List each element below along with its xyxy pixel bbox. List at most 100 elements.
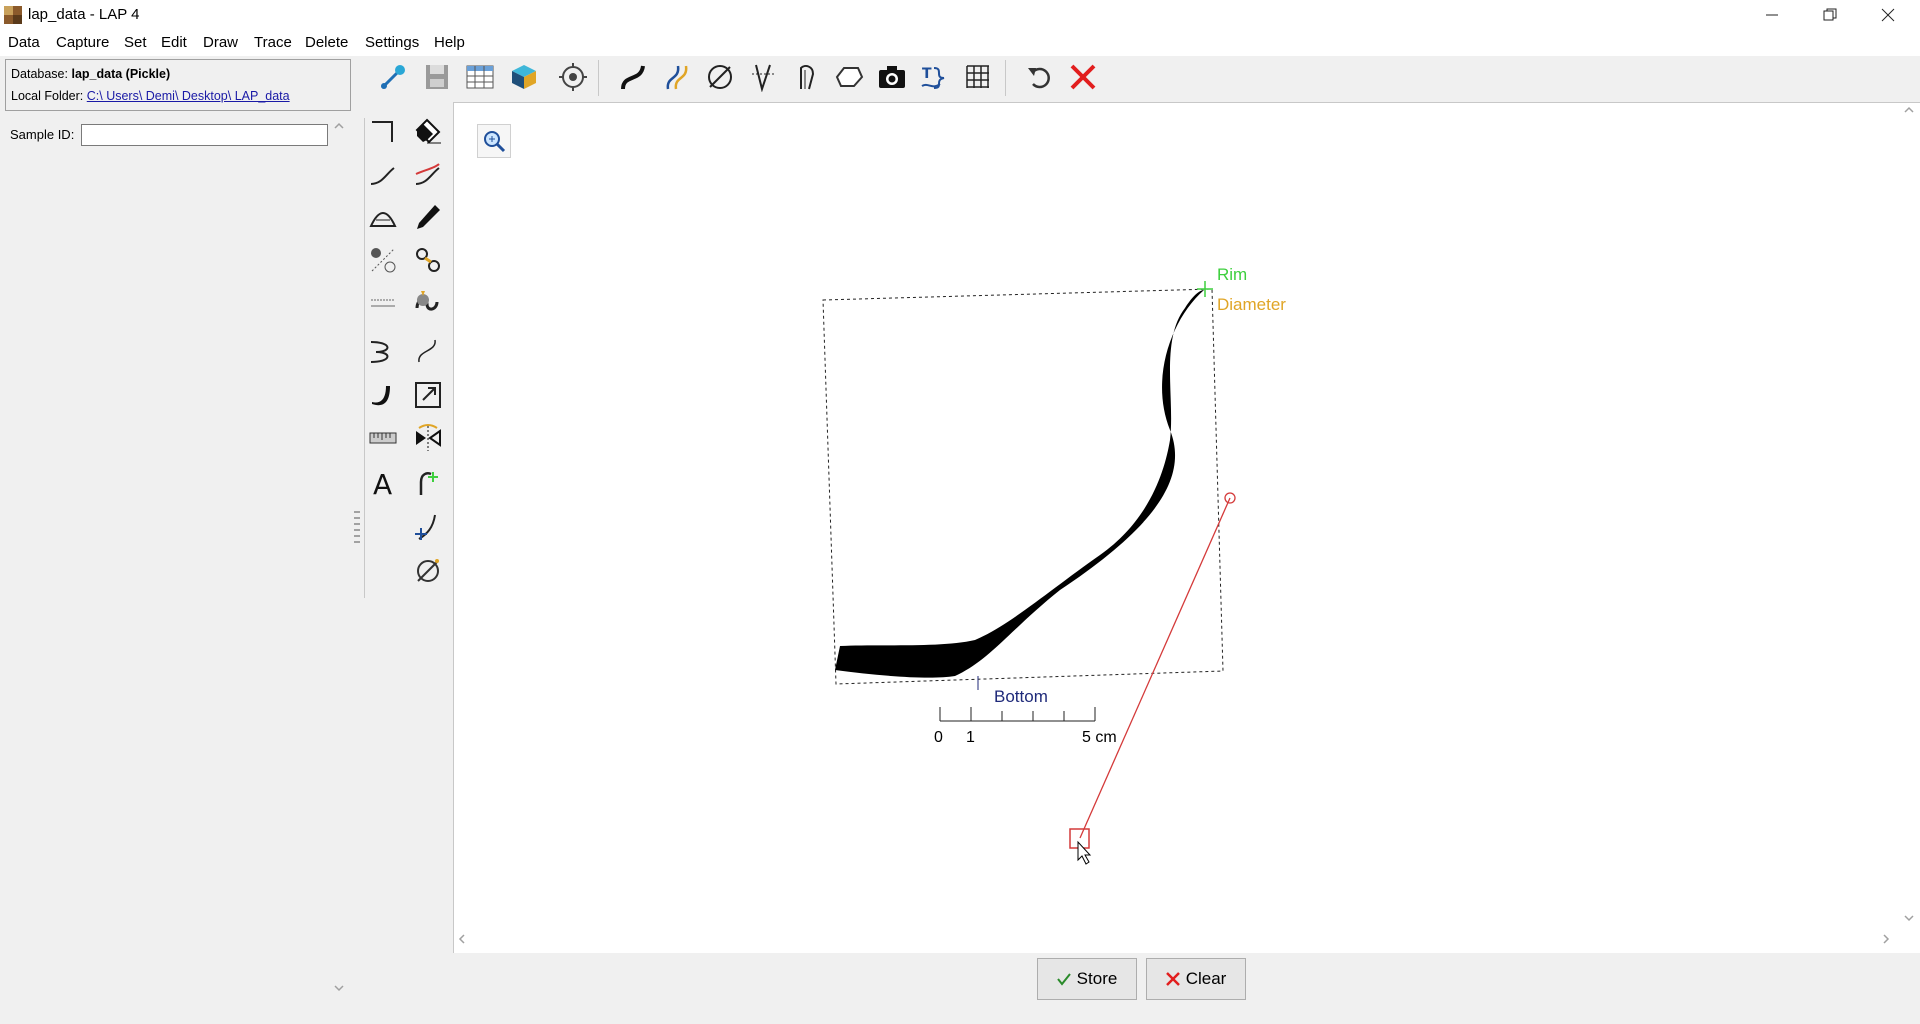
camera-icon <box>879 66 905 88</box>
tb-text-tool-button[interactable]: T <box>918 60 952 94</box>
pt-mirror-button[interactable] <box>411 421 445 455</box>
sherd-profile[interactable] <box>835 290 1204 678</box>
pt-curve-button[interactable] <box>366 158 400 192</box>
store-button[interactable]: Store <box>1037 958 1137 1000</box>
undo-icon <box>1028 67 1050 89</box>
pt-arch-button[interactable] <box>366 200 400 234</box>
tb-handle-button[interactable] <box>789 60 823 94</box>
tb-diameter-button[interactable] <box>703 60 737 94</box>
canvas-horizontal-scrollbar[interactable] <box>454 930 1894 948</box>
pt-eraser-button[interactable] <box>411 114 445 148</box>
left-panel-scrollbar[interactable] <box>332 118 346 998</box>
eraser-icon <box>415 118 441 144</box>
x-icon <box>1165 972 1180 986</box>
toolbar-separator <box>1005 60 1006 96</box>
menu-trace[interactable]: Trace <box>254 34 292 51</box>
add-point-icon <box>419 472 438 495</box>
svg-text:T: T <box>922 66 932 82</box>
ruler-icon <box>369 432 397 444</box>
menu-bar: Data Capture Set Edit Draw Trace Delete … <box>0 30 1920 56</box>
store-label: Store <box>1076 969 1118 988</box>
tb-trace-button[interactable] <box>660 60 694 94</box>
diameter-icon <box>708 65 732 89</box>
menu-settings[interactable]: Settings <box>365 34 419 51</box>
clear-label: Clear <box>1185 969 1227 988</box>
profile-curve-icon <box>621 65 645 90</box>
connect-icon <box>380 65 405 90</box>
menu-data[interactable]: Data <box>8 34 40 51</box>
menu-set[interactable]: Set <box>124 34 147 51</box>
menu-draw[interactable]: Draw <box>203 34 238 51</box>
sample-id-input[interactable] <box>81 124 328 146</box>
close-window-button[interactable] <box>1860 0 1916 30</box>
tb-undo-button[interactable] <box>1023 60 1057 94</box>
guide-line <box>1079 497 1231 839</box>
tb-camera-button[interactable] <box>875 60 909 94</box>
cube-icon <box>512 65 536 89</box>
folder-line: Local Folder: C:\ Users\ Demi\ Desktop\ … <box>11 89 290 103</box>
pt-lines-button[interactable] <box>366 286 400 320</box>
tb-save-button[interactable] <box>420 60 454 94</box>
folder-label: Local Folder: <box>11 89 84 103</box>
clear-button[interactable]: Clear <box>1146 958 1246 1000</box>
palette-drag-handle[interactable] <box>354 510 360 544</box>
tb-grid-button[interactable] <box>961 60 995 94</box>
sample-id-label: Sample ID: <box>10 127 75 142</box>
pt-measure-button[interactable] <box>366 421 400 455</box>
text-trace-icon: T <box>921 66 945 89</box>
lines-icon <box>371 299 395 307</box>
database-value: lap_data (Pickle) <box>71 67 171 81</box>
folder-link[interactable]: C:\ Users\ Demi\ Desktop\ LAP_data <box>87 89 290 103</box>
menu-capture[interactable]: Capture <box>56 34 109 51</box>
pt-pencil-button[interactable] <box>411 200 445 234</box>
diameter-small-icon <box>417 559 439 582</box>
tb-delete-button[interactable] <box>1066 60 1100 94</box>
tb-profile-button[interactable] <box>617 60 651 94</box>
window-title: lap_data - LAP 4 <box>28 6 140 23</box>
tb-3d-button[interactable] <box>507 60 541 94</box>
database-line: Database: lap_data (Pickle) <box>11 67 170 81</box>
menu-edit[interactable]: Edit <box>161 34 187 51</box>
menu-help[interactable]: Help <box>434 34 465 51</box>
pt-points-button[interactable] <box>366 243 400 277</box>
rim-label: Rim <box>1217 265 1248 284</box>
tb-section-button[interactable] <box>746 60 780 94</box>
shape-icon <box>835 67 864 87</box>
target-icon <box>559 63 587 91</box>
tb-shape-button[interactable] <box>832 60 866 94</box>
tb-table-button[interactable] <box>463 60 497 94</box>
tb-connect-button[interactable] <box>376 60 410 94</box>
pt-add-point-button[interactable] <box>411 466 445 500</box>
pt-base-point-button[interactable] <box>411 510 445 544</box>
red-x-icon <box>1070 64 1096 90</box>
pt-rim-button[interactable] <box>366 114 400 148</box>
check-icon <box>1056 973 1071 986</box>
base-point-icon <box>415 514 436 540</box>
pt-node-button[interactable] <box>411 243 445 277</box>
pt-edit-curve-button[interactable] <box>411 158 445 192</box>
pt-offset-button[interactable] <box>366 334 400 368</box>
menu-delete[interactable]: Delete <box>305 34 348 51</box>
text-a-icon: A <box>373 468 392 498</box>
svg-text:A: A <box>373 468 392 498</box>
pt-text-button[interactable]: A <box>366 466 400 500</box>
scale-tick-0: 0 <box>934 729 943 746</box>
toolbar-separator <box>598 60 599 96</box>
pt-fill-button[interactable] <box>411 286 445 320</box>
mirror-icon <box>416 424 441 451</box>
tb-target-button[interactable] <box>556 60 590 94</box>
pt-spline-button[interactable] <box>411 334 445 368</box>
scale-tick-1: 1 <box>966 729 975 746</box>
restore-button[interactable] <box>1802 0 1858 30</box>
canvas-vertical-scrollbar[interactable] <box>1900 102 1918 932</box>
rim-marker <box>1197 281 1213 297</box>
pt-diameter-button[interactable] <box>411 554 445 588</box>
section-icon <box>752 64 774 92</box>
close-icon <box>1881 8 1895 22</box>
minimize-button[interactable] <box>1744 0 1800 30</box>
arch-icon <box>369 212 397 227</box>
pt-brush-button[interactable] <box>366 378 400 412</box>
drawing-layer <box>822 281 1236 865</box>
pt-resize-button[interactable] <box>411 378 445 412</box>
table-icon <box>466 65 494 89</box>
